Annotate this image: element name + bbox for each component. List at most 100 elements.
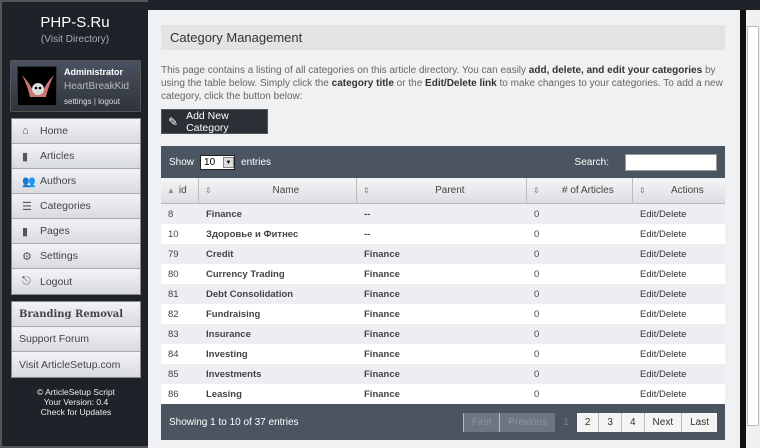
category-name-link[interactable]: Fundraising <box>199 309 357 320</box>
edit-delete-link[interactable]: Edit/Delete <box>633 369 725 380</box>
cell-id: 82 <box>168 308 179 320</box>
category-name-link[interactable]: Currency Trading <box>199 269 357 280</box>
cell-articles: 0 <box>534 388 540 400</box>
category-name-link[interactable]: Investments <box>199 369 357 380</box>
next-button[interactable]: Next <box>643 412 682 432</box>
cell-id: 8 <box>168 208 174 220</box>
table-row: 82 Fundraising Finance 0 Edit/Delete <box>161 304 725 324</box>
search-input[interactable] <box>625 153 717 171</box>
branding-removal-link[interactable]: Branding Removal <box>12 302 140 327</box>
scrollbar-thumb[interactable] <box>747 26 759 426</box>
nav-label: Pages <box>40 225 70 237</box>
sort-icon: ⇕ <box>639 186 646 195</box>
cell-id: 84 <box>168 348 179 360</box>
table-row: 81 Debt Consolidation Finance 0 Edit/Delete <box>161 284 725 304</box>
cell-articles: 0 <box>534 208 540 220</box>
table-row: 84 Investing Finance 0 Edit/Delete <box>161 344 725 364</box>
button-label: Add New Category <box>186 109 229 134</box>
nav-label: Articles <box>40 150 75 162</box>
page-description: This page contains a listing of all cate… <box>161 65 723 102</box>
table-row: 86 Leasing Finance 0 Edit/Delete <box>161 384 725 404</box>
scrollbar[interactable] <box>740 10 760 448</box>
visit-directory-link[interactable]: (Visit Directory) <box>2 34 148 45</box>
edit-delete-link[interactable]: Edit/Delete <box>633 249 725 260</box>
table-row: 8 Finance -- 0 Edit/Delete <box>161 204 725 224</box>
category-name-link[interactable]: Debt Consolidation <box>199 289 357 300</box>
previous-button[interactable]: Previous <box>499 412 556 432</box>
nav-label: Categories <box>40 200 91 212</box>
nav-articles[interactable]: ▮ Articles <box>12 144 140 169</box>
col-parent[interactable]: ⇕ Parent <box>357 178 527 203</box>
support-forum-link[interactable]: Support Forum <box>12 327 140 352</box>
col-articles[interactable]: ⇕ # of Articles <box>527 178 633 203</box>
page-3-button[interactable]: 3 <box>598 412 621 432</box>
add-category-button[interactable]: ✎ Add New Category <box>161 109 268 134</box>
nav-label: Authors <box>40 175 77 187</box>
check-updates-link[interactable]: Check for Updates <box>2 407 150 417</box>
sort-icon: ⇕ <box>363 186 370 195</box>
table-row: 85 Investments Finance 0 Edit/Delete <box>161 364 725 384</box>
cell-articles: 0 <box>534 288 540 300</box>
nav-authors[interactable]: 👥 Authors <box>12 169 140 194</box>
cell-parent: Finance <box>364 328 400 340</box>
sort-asc-icon: ▲ <box>167 186 175 195</box>
edit-delete-link[interactable]: Edit/Delete <box>633 289 725 300</box>
page-4-button[interactable]: 4 <box>620 412 644 432</box>
edit-delete-link[interactable]: Edit/Delete <box>633 269 725 280</box>
nav-home[interactable]: ⌂ Home <box>12 119 140 144</box>
table-row: 83 Insurance Finance 0 Edit/Delete <box>161 324 725 344</box>
edit-delete-link[interactable]: Edit/Delete <box>633 389 725 400</box>
sort-icon: ⇕ <box>205 186 212 195</box>
nav-label: Logout <box>40 275 73 288</box>
cell-articles: 0 <box>534 268 540 280</box>
visit-articlesetup-link[interactable]: Visit ArticleSetup.com <box>12 352 140 377</box>
separator: | <box>93 97 96 106</box>
edit-delete-link[interactable]: Edit/Delete <box>633 209 725 220</box>
category-name-link[interactable]: Leasing <box>199 389 357 400</box>
first-button[interactable]: First <box>462 412 500 432</box>
categories-table: Show 10 ▼ entries Search: ▲ id ⇕ Name ⇕ Pare… <box>161 146 725 440</box>
cell-id: 10 <box>168 228 179 240</box>
cell-parent: Finance <box>364 388 400 400</box>
nav-settings[interactable]: ⚙ Settings <box>12 244 140 269</box>
nav-pages[interactable]: ▮ Pages <box>12 219 140 244</box>
edit-delete-link[interactable]: Edit/Delete <box>633 329 725 340</box>
category-name-link[interactable]: Здоровье и Фитнес <box>199 229 357 240</box>
cell-id: 81 <box>168 288 179 300</box>
nav-label: Home <box>40 125 69 137</box>
nav-logout[interactable]: ⎋ Logout <box>12 269 140 294</box>
category-name-link[interactable]: Credit <box>199 249 357 260</box>
category-name-link[interactable]: Insurance <box>199 329 357 340</box>
logout-link[interactable]: logout <box>98 97 120 106</box>
edit-delete-link[interactable]: Edit/Delete <box>633 349 725 360</box>
table-row: 80 Currency Trading Finance 0 Edit/Delete <box>161 264 725 284</box>
col-id[interactable]: ▲ id <box>161 178 199 203</box>
col-name[interactable]: ⇕ Name <box>199 178 357 203</box>
category-name-link[interactable]: Finance <box>199 209 357 220</box>
cell-articles: 0 <box>534 328 540 340</box>
last-button[interactable]: Last <box>681 412 717 432</box>
page-1-button[interactable]: 1 <box>555 412 577 432</box>
table-body: 8 Finance -- 0 Edit/Delete 10 Здоровье и Фитне… <box>161 204 725 404</box>
sidebar-footer: © ArticleSetup Script Your Version: 0.4 … <box>2 387 150 417</box>
cell-articles: 0 <box>534 368 540 380</box>
table-header: ▲ id ⇕ Name ⇕ Parent ⇕ # of Articles ⇕ Action… <box>161 178 725 204</box>
cell-articles: 0 <box>534 228 540 240</box>
edit-delete-link[interactable]: Edit/Delete <box>633 309 725 320</box>
cell-id: 79 <box>168 248 179 260</box>
page-size-select[interactable]: 10 ▼ <box>200 154 236 170</box>
nav-label: Settings <box>40 250 78 262</box>
cell-parent: -- <box>364 208 371 220</box>
categories-icon: ☰ <box>22 200 32 213</box>
cell-articles: 0 <box>534 348 540 360</box>
authors-icon: 👥 <box>22 175 36 188</box>
category-name-link[interactable]: Investing <box>199 349 357 360</box>
chevron-down-icon: ▼ <box>223 156 235 168</box>
edit-delete-link[interactable]: Edit/Delete <box>633 229 725 240</box>
table-row: 10 Здоровье и Фитнес -- 0 Edit/Delete <box>161 224 725 244</box>
col-actions[interactable]: ⇕ Actions <box>633 178 725 203</box>
nav-categories[interactable]: ☰ Categories <box>12 194 140 219</box>
settings-link[interactable]: settings <box>64 97 92 106</box>
page-2-button[interactable]: 2 <box>576 412 599 432</box>
copyright: © ArticleSetup Script <box>36 387 116 397</box>
